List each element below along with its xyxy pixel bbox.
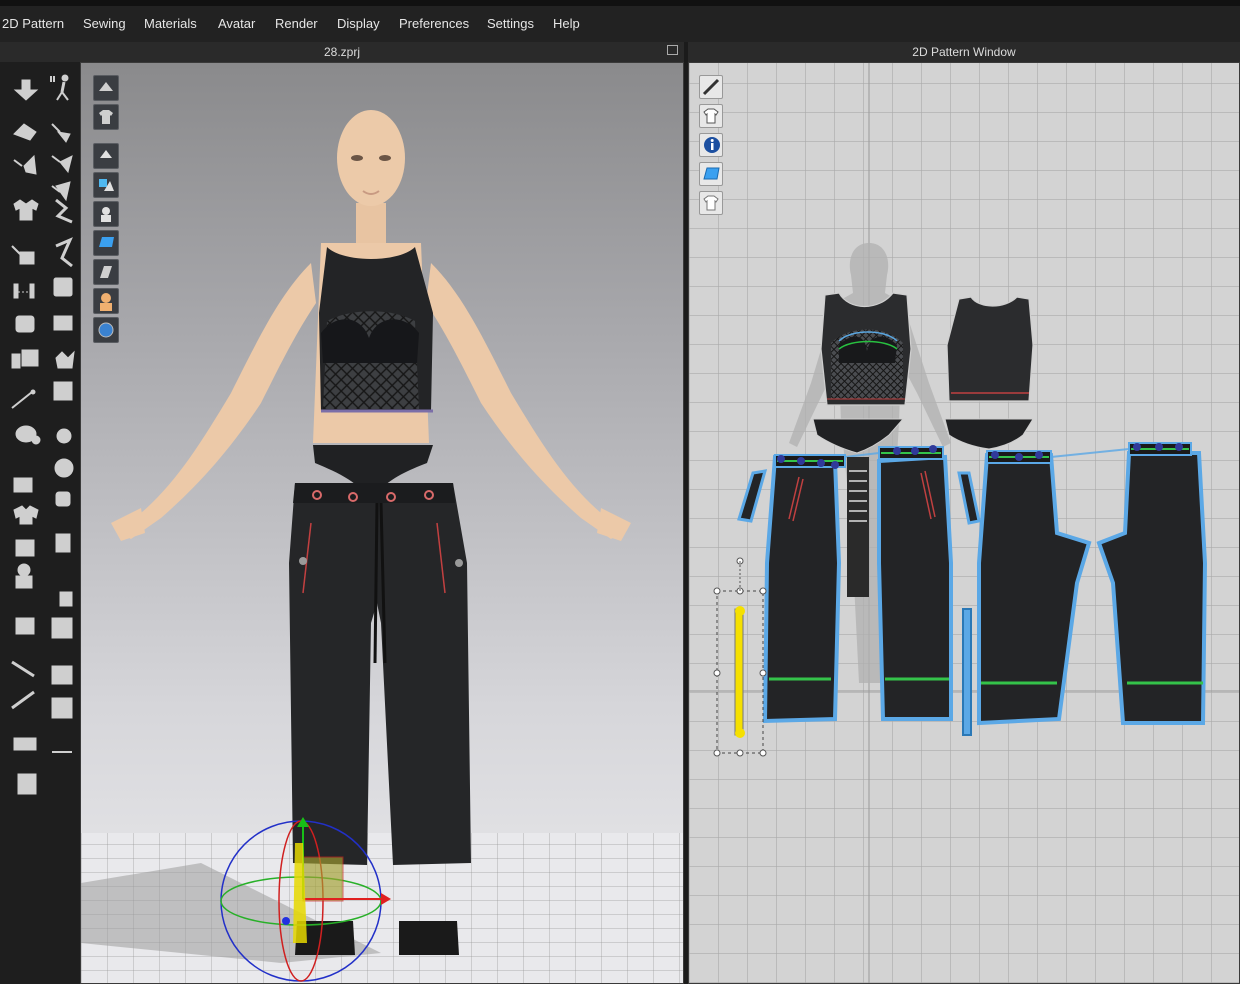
shirt-view-icon[interactable] xyxy=(93,104,119,130)
avatar-icon[interactable] xyxy=(13,477,33,493)
fold-icon[interactable] xyxy=(55,237,73,268)
texture-icon[interactable] xyxy=(13,505,39,525)
shirt-visibility-icon[interactable] xyxy=(699,104,723,128)
show-avatar-icon[interactable] xyxy=(93,201,119,227)
menu-preferences[interactable]: Preferences xyxy=(399,16,469,31)
point-icon[interactable] xyxy=(13,154,37,175)
tuck-icon[interactable] xyxy=(11,245,35,265)
pattern-canvas[interactable] xyxy=(689,63,1240,984)
pattern-window-title-bar: 2D Pattern Window xyxy=(688,42,1240,62)
show-garment-icon[interactable] xyxy=(93,143,119,169)
shirt-transform-icon[interactable] xyxy=(55,198,73,224)
walk-icon[interactable] xyxy=(50,74,69,101)
puckering-icon[interactable] xyxy=(55,533,71,553)
tape-icon[interactable] xyxy=(15,563,33,589)
menu-settings[interactable]: Settings xyxy=(487,16,534,31)
menu-render[interactable]: Render xyxy=(275,16,318,31)
select-mesh-icon[interactable] xyxy=(51,123,71,143)
hand-icon[interactable] xyxy=(13,123,37,141)
menu-bar: 2D Pattern Sewing Materials Avatar Rende… xyxy=(0,0,1240,42)
tool-sidebar xyxy=(0,62,80,984)
info-icon[interactable] xyxy=(699,133,723,157)
mesh-shaded-icon[interactable] xyxy=(93,259,119,285)
app-window: 2D Pattern Sewing Materials Avatar Rende… xyxy=(0,0,1240,984)
toolbar-icons xyxy=(11,74,75,795)
steam-icon[interactable] xyxy=(53,315,73,331)
menu-help[interactable]: Help xyxy=(553,16,580,31)
viewport-3d[interactable] xyxy=(80,62,684,984)
texture-surface-icon[interactable] xyxy=(93,230,119,256)
shirt-lock-icon[interactable] xyxy=(699,191,723,215)
pin-remove-icon[interactable] xyxy=(51,181,71,202)
button-icon[interactable] xyxy=(55,350,75,369)
lock-icon[interactable] xyxy=(53,381,73,401)
menu-2d-pattern[interactable]: 2D Pattern xyxy=(2,16,64,31)
shrink-icon[interactable] xyxy=(51,617,73,639)
menu-sewing[interactable]: Sewing xyxy=(83,16,126,31)
avatar-scene[interactable] xyxy=(81,63,684,984)
skin-avatar-icon[interactable] xyxy=(93,288,119,314)
pen-visibility-icon[interactable] xyxy=(699,75,723,99)
buttonhole-icon[interactable] xyxy=(11,389,36,409)
float-window-icon[interactable] xyxy=(667,45,678,55)
shirt-fold-icon[interactable] xyxy=(13,199,39,221)
pattern-window[interactable] xyxy=(688,62,1240,984)
pattern-window-title: 2D Pattern Window xyxy=(912,45,1016,59)
globe-icon[interactable] xyxy=(93,317,119,343)
viewport-3d-title-bar: 28.zprj xyxy=(0,42,684,62)
measure-icon[interactable] xyxy=(13,283,35,299)
menu-display[interactable]: Display xyxy=(337,16,380,31)
pin-icon[interactable] xyxy=(51,155,73,174)
show-pattern-icon[interactable] xyxy=(93,172,119,198)
texture-2d-icon[interactable] xyxy=(699,162,723,186)
pattern-tool-column xyxy=(699,75,725,220)
grain-icon[interactable] xyxy=(59,591,73,607)
fit-icon[interactable] xyxy=(55,491,71,507)
menu-materials[interactable]: Materials xyxy=(144,16,197,31)
menu-avatar[interactable]: Avatar xyxy=(218,16,255,31)
viewport-tool-column xyxy=(93,75,121,346)
seam-icon[interactable] xyxy=(15,617,35,635)
topstitch-icon[interactable] xyxy=(15,425,41,445)
move-down-icon[interactable] xyxy=(13,79,39,101)
pattern-icon[interactable] xyxy=(15,315,35,333)
garment-view-icon[interactable] xyxy=(93,75,119,101)
zipper-icon[interactable] xyxy=(54,458,74,478)
brush-icon[interactable] xyxy=(11,349,39,369)
arrange-icon[interactable] xyxy=(53,277,73,297)
project-file-name: 28.zprj xyxy=(323,45,361,59)
gift-icon[interactable] xyxy=(56,428,72,444)
ruler-icon[interactable] xyxy=(15,539,35,557)
